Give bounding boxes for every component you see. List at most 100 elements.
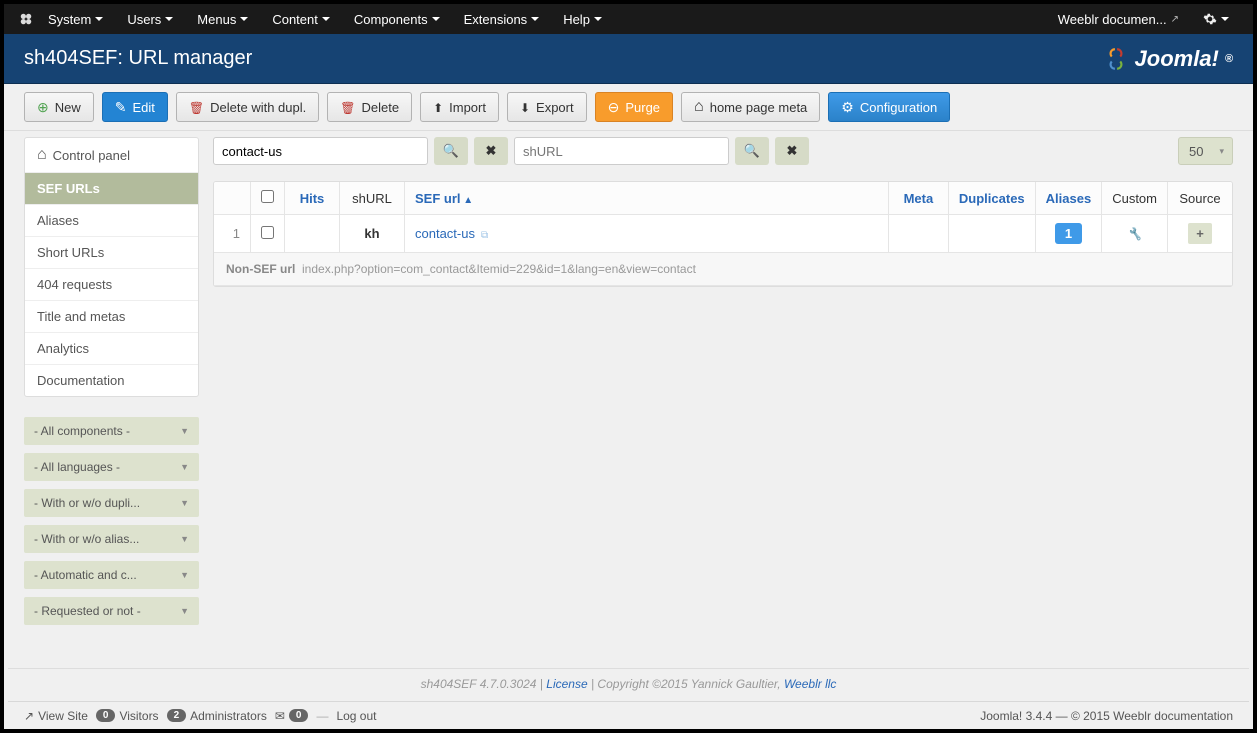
- row-meta: [888, 215, 948, 253]
- row-duplicates: [948, 215, 1035, 253]
- chevron-down-icon: ▼: [180, 462, 189, 472]
- col-aliases[interactable]: Aliases: [1035, 182, 1102, 215]
- nav-short-urls[interactable]: Short URLs: [25, 237, 198, 269]
- nav-documentation[interactable]: Documentation: [25, 365, 198, 396]
- filter-aliases[interactable]: - With or w/o alias...▼: [24, 525, 199, 553]
- page-title: sh404SEF: URL manager: [24, 47, 252, 70]
- edit-button[interactable]: Edit: [102, 92, 168, 122]
- row-source: +: [1167, 215, 1232, 253]
- limit-select[interactable]: 50: [1178, 137, 1233, 165]
- check-all[interactable]: [261, 190, 274, 203]
- search-button[interactable]: [434, 137, 468, 165]
- nav-aliases[interactable]: Aliases: [25, 205, 198, 237]
- wrench-icon[interactable]: [1127, 226, 1142, 241]
- joomla-icon: [18, 11, 34, 27]
- nav-404-requests[interactable]: 404 requests: [25, 269, 198, 301]
- menu-system[interactable]: System: [38, 6, 113, 33]
- chevron-down-icon: ▼: [180, 570, 189, 580]
- chevron-down-icon: ▼: [180, 534, 189, 544]
- row-sef-url: contact-us⧉: [404, 215, 888, 253]
- shurl-search-input[interactable]: [514, 137, 729, 165]
- upload-icon: [433, 100, 443, 115]
- home-meta-button[interactable]: home page meta: [681, 92, 820, 122]
- shurl-search-button[interactable]: [735, 137, 769, 165]
- nav-control-panel[interactable]: Control panel: [25, 138, 198, 173]
- row-check[interactable]: [261, 226, 274, 239]
- sidebar: Control panel SEF URLs Aliases Short URL…: [24, 137, 199, 625]
- import-button[interactable]: Import: [420, 92, 499, 122]
- visitors-count: 0: [96, 709, 116, 722]
- clear-search-button[interactable]: [474, 137, 508, 165]
- admins-link[interactable]: 2Administrators: [167, 709, 267, 723]
- trash-icon: [340, 100, 355, 115]
- plus-icon: [37, 99, 49, 116]
- shurl-clear-button[interactable]: [775, 137, 809, 165]
- col-custom: Custom: [1101, 182, 1167, 215]
- visitors-link[interactable]: 0Visitors: [96, 709, 159, 723]
- top-menubar: System Users Menus Content Components Ex…: [4, 4, 1253, 34]
- view-site-link[interactable]: View Site: [24, 709, 88, 723]
- search-input[interactable]: [213, 137, 428, 165]
- row-hits: [284, 215, 339, 253]
- menu-help[interactable]: Help: [553, 6, 612, 33]
- delete-with-dupl-button[interactable]: Delete with dupl.: [176, 92, 319, 122]
- row-number: 1: [214, 215, 250, 253]
- download-icon: [520, 100, 530, 115]
- menu-menus[interactable]: Menus: [187, 6, 258, 33]
- nonsef-value: index.php?option=com_contact&Itemid=229&…: [302, 262, 696, 276]
- add-source-button[interactable]: +: [1188, 223, 1212, 244]
- site-link[interactable]: Weeblr documen... ↗: [1048, 6, 1189, 33]
- nav-sef-urls[interactable]: SEF URLs: [25, 173, 198, 205]
- row-aliases: 1: [1035, 215, 1102, 253]
- filter-components[interactable]: - All components -▼: [24, 417, 199, 445]
- table-row: 1 kh contact-us⧉ 1 +: [214, 215, 1232, 253]
- filter-duplicates[interactable]: - With or w/o dupli...▼: [24, 489, 199, 517]
- aliases-badge[interactable]: 1: [1055, 223, 1082, 244]
- sidebar-filters: - All components -▼ - All languages -▼ -…: [24, 417, 199, 625]
- delete-button[interactable]: Delete: [327, 92, 412, 122]
- col-meta[interactable]: Meta: [888, 182, 948, 215]
- col-sef-url[interactable]: SEF url: [404, 182, 888, 215]
- admins-count: 2: [167, 709, 187, 722]
- sef-url-link[interactable]: contact-us⧉: [415, 226, 488, 241]
- external-link-icon: ⧉: [481, 230, 488, 241]
- filter-custom[interactable]: - Automatic and c...▼: [24, 561, 199, 589]
- mail-icon: ✉: [275, 709, 285, 723]
- col-hits[interactable]: Hits: [284, 182, 339, 215]
- url-table: Hits shURL SEF url Meta Duplicates Alias…: [213, 181, 1233, 287]
- export-button[interactable]: Export: [507, 92, 587, 122]
- menu-components[interactable]: Components: [344, 6, 450, 33]
- page-header: sh404SEF: URL manager Joomla!®: [4, 34, 1253, 84]
- col-rownum: [214, 182, 250, 215]
- row-shurl: kh: [339, 215, 404, 253]
- filter-languages[interactable]: - All languages -▼: [24, 453, 199, 481]
- license-link[interactable]: License: [546, 677, 587, 691]
- menu-extensions[interactable]: Extensions: [454, 6, 550, 33]
- row-custom: [1101, 215, 1167, 253]
- sidebar-nav: Control panel SEF URLs Aliases Short URL…: [24, 137, 199, 397]
- home-icon: [694, 98, 704, 116]
- external-link-icon: [24, 709, 34, 723]
- col-source: Source: [1167, 182, 1232, 215]
- filter-requested[interactable]: - Requested or not -▼: [24, 597, 199, 625]
- new-button[interactable]: New: [24, 92, 94, 122]
- col-duplicates[interactable]: Duplicates: [948, 182, 1035, 215]
- version-bar: sh404SEF 4.7.0.3024 | License | Copyrigh…: [8, 668, 1249, 699]
- nav-analytics[interactable]: Analytics: [25, 333, 198, 365]
- configuration-button[interactable]: Configuration: [828, 92, 950, 122]
- chevron-down-icon: ▼: [180, 426, 189, 436]
- action-toolbar: New Edit Delete with dupl. Delete Import…: [4, 84, 1253, 131]
- col-shurl: shURL: [339, 182, 404, 215]
- settings-menu[interactable]: [1193, 6, 1239, 32]
- logout-link[interactable]: Log out: [336, 709, 376, 723]
- minus-circle-icon: [608, 99, 620, 116]
- nav-title-metas[interactable]: Title and metas: [25, 301, 198, 333]
- home-icon: [37, 146, 47, 164]
- mail-link[interactable]: ✉0: [275, 709, 309, 723]
- menu-content[interactable]: Content: [262, 6, 340, 33]
- menu-users[interactable]: Users: [117, 6, 183, 33]
- col-checkall: [250, 182, 284, 215]
- purge-button[interactable]: Purge: [595, 92, 673, 122]
- company-link[interactable]: Weeblr llc: [784, 677, 836, 691]
- footer-version: Joomla! 3.4.4 — © 2015 Weeblr documentat…: [980, 709, 1233, 723]
